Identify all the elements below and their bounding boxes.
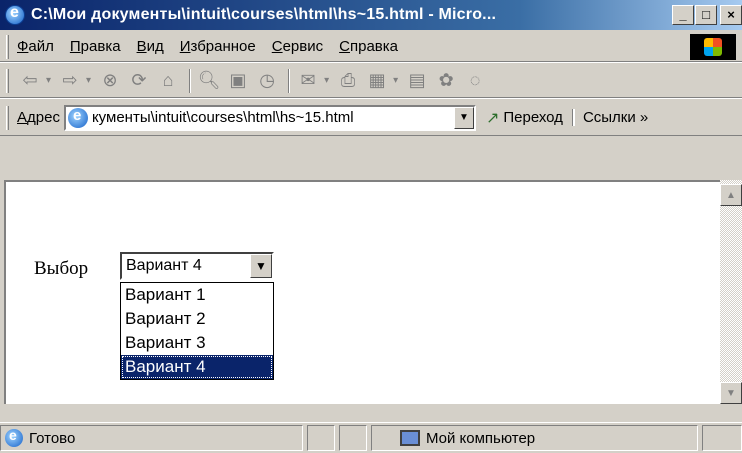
mail-dropdown-icon[interactable]: ▾ [324,75,329,86]
menu-file[interactable]: Файл [17,38,54,55]
forward-arrow-icon[interactable]: ⇨ [57,68,83,94]
frame-gap [0,138,742,180]
go-arrow-icon: ↗ [485,109,500,127]
favorites-icon[interactable]: ▣ [225,68,251,94]
status-bar: Готово Мой компьютер [0,422,742,453]
ie-icon[interactable] [5,4,25,25]
history-icon[interactable]: ◷ [254,68,280,94]
dropdown-option-selected[interactable]: Вариант 4 [121,355,273,379]
address-label: Адрес [17,109,60,126]
resize-grip[interactable] [702,425,742,451]
forward-dropdown-icon[interactable]: ▾ [86,75,91,86]
go-button[interactable]: ↗ Переход [486,108,563,128]
window-title: C:\Мои документы\intuit\courses\html\hs~… [31,6,497,23]
go-label: Переход [503,109,563,126]
menu-grip[interactable] [6,34,9,59]
mail-icon[interactable]: ✉ [295,68,321,94]
refresh-icon[interactable]: ⟳ [126,68,152,94]
search-icon[interactable]: 🔍︎ [196,68,222,94]
address-bar: Адрес кументы\intuit\courses\html\hs~15.… [0,100,742,136]
menu-help[interactable]: Справка [339,38,398,55]
address-input[interactable]: кументы\intuit\courses\html\hs~15.html ▼ [63,104,476,131]
edit-dropdown-icon[interactable]: ▾ [393,75,398,86]
title-bar: C:\Мои документы\intuit\courses\html\hs~… [0,0,742,30]
menu-edit[interactable]: Правка [70,38,121,55]
select-current-value: Вариант 4 [126,257,202,274]
address-grip[interactable] [6,105,9,130]
dropdown-option[interactable]: Вариант 2 [121,307,273,331]
option-select[interactable]: Вариант 4 ▼ [120,252,274,280]
dropdown-option[interactable]: Вариант 1 [121,283,273,307]
chat-icon[interactable]: ◌ [462,68,488,94]
vertical-scrollbar[interactable]: ▲ ▼ [720,180,742,404]
minimize-button[interactable]: _ [672,5,694,25]
page-content: Выбор Вариант 4 ▼ Вариант 1 Вариант 2 Ва… [4,180,722,404]
scroll-down-icon[interactable]: ▼ [720,382,742,404]
menu-favorites[interactable]: Избранное [180,38,256,55]
print-icon[interactable]: ⎙ [335,68,361,94]
page-icon [67,107,88,128]
status-main: Готово [0,425,304,451]
zone-text: Мой компьютер [425,429,536,447]
back-dropdown-icon[interactable]: ▾ [46,75,51,86]
status-text: Готово [29,429,76,447]
links-button[interactable]: Ссылки » [572,109,648,126]
back-arrow-icon[interactable]: ⇦ [17,68,43,94]
computer-icon [399,430,420,446]
chevron-down-icon[interactable]: ▼ [453,106,474,129]
status-progress [307,425,336,451]
messenger-icon[interactable]: ✿ [433,68,459,94]
maximize-button[interactable]: □ [695,5,717,25]
menu-view[interactable]: Вид [137,38,164,55]
toolbar-separator [288,68,291,93]
select-label: Выбор [34,258,89,279]
windows-logo-icon [690,34,736,60]
dropdown-option[interactable]: Вариант 3 [121,331,273,355]
status-zone: Мой компьютер [370,425,699,451]
scroll-up-icon[interactable]: ▲ [720,184,742,206]
browser-window: C:\Мои документы\intuit\courses\html\hs~… [0,0,742,453]
menu-bar: Файл Правка Вид Избранное Сервис Справка [0,32,742,62]
standard-toolbar: ⇦ ▾ ⇨ ▾ ⊗ ⟳ ⌂ 🔍︎ ▣ ◷ ✉ ▾ ⎙ ▦ ▾ ▤ ✿ ◌ [0,64,742,98]
address-value[interactable]: кументы\intuit\courses\html\hs~15.html [92,109,452,126]
page-status-icon [5,427,23,447]
home-icon[interactable]: ⌂ [155,68,181,94]
status-security [339,425,367,451]
toolbar-separator [189,68,192,93]
chevron-down-icon[interactable]: ▼ [250,254,272,278]
menu-tools[interactable]: Сервис [272,38,323,55]
close-button[interactable]: × [720,5,742,25]
discuss-icon[interactable]: ▤ [404,68,430,94]
select-dropdown-list: Вариант 1 Вариант 2 Вариант 3 Вариант 4 [120,282,274,380]
stop-icon[interactable]: ⊗ [97,68,123,94]
edit-icon[interactable]: ▦ [364,68,390,94]
toolbar-grip[interactable] [6,68,9,93]
